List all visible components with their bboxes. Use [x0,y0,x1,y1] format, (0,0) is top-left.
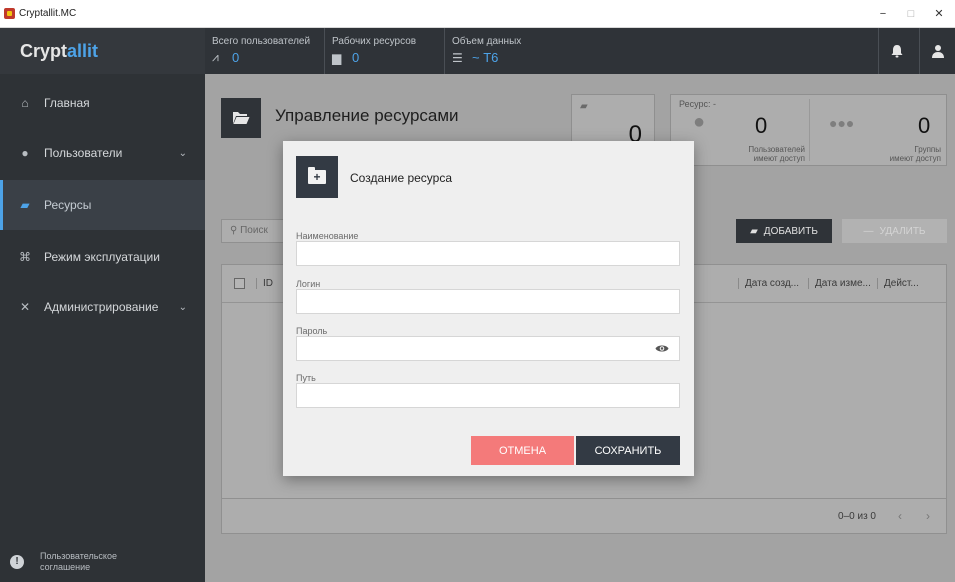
stat-value: 0 [232,50,240,65]
maximize-button[interactable]: □ [899,6,923,22]
chevron-down-icon: ⌄ [178,301,187,313]
sidebar: ⌂ Главная ● Пользователи ⌄ ▰ Ресурсы ⌘ Р… [0,74,205,582]
tools-icon: ✕ [19,300,31,314]
stat-value: 0 [352,50,360,65]
select-all-checkbox[interactable] [234,278,245,289]
folder-icon: ▰ [580,101,588,112]
user-icon: ● [21,146,29,160]
column-header-created[interactable]: Дата созд... [738,278,799,289]
login-field-label: Логин [296,279,321,289]
delete-button-label: УДАЛИТЬ [879,225,926,237]
chevron-right-icon[interactable]: › [926,509,930,523]
page-title: Управление ресурсами [275,106,459,125]
logo-text-part1: Crypt [20,40,68,61]
password-field-label: Пароль [296,326,328,336]
sidebar-item-label: Ресурсы [44,198,92,212]
groups-access-label: Группы имеют доступ [889,145,941,163]
sidebar-item-operation-mode[interactable]: ⌘ Режим эксплуатации [0,232,205,282]
column-header-modified[interactable]: Дата изме... [808,278,871,289]
add-button[interactable]: ▰ ДОБАВИТЬ [736,219,832,243]
folder-plus-icon: + [296,156,338,198]
login-field[interactable] [296,289,680,314]
window-titlebar: Cryptallit.MC − □ ✕ [0,0,955,28]
folder-icon: ▰ [20,198,30,212]
name-field[interactable] [296,241,680,266]
sidebar-item-administration[interactable]: ✕ Администрирование ⌄ [0,282,205,332]
search-placeholder: Поиск [240,225,268,236]
column-header-actions[interactable]: Дейст... [877,278,919,289]
sidebar-item-resources[interactable]: ▰ Ресурсы [0,180,205,230]
app-header: Crypt allit Всего пользователей ⩘ 0 Рабочи… [0,28,955,74]
stat-label: Объем данных [452,36,522,47]
sidebar-item-label: Администрирование [44,300,159,314]
folder-open-icon [221,98,261,138]
logo-text-part2: allit [67,40,99,61]
trend-icon: ⩘ [212,50,219,64]
stat-work-resources: Рабочих ресурсов ▆ 0 [325,28,445,74]
stat-total-users: Всего пользователей ⩘ 0 [205,28,325,74]
cancel-button[interactable]: ОТМЕНА [471,436,574,465]
footer-line-2: соглашение [40,562,91,572]
sidebar-item-home[interactable]: ⌂ Главная [0,78,205,128]
user-icon: ● [693,111,706,133]
dialog-title: Создание ресурса [350,171,453,185]
eye-icon[interactable] [655,343,669,354]
delete-button[interactable]: — УДАЛИТЬ [842,219,947,243]
minimize-button[interactable]: − [871,6,895,22]
folder-icon: ▆ [332,50,342,65]
chevron-left-icon[interactable]: ‹ [898,509,902,523]
groups-access-value: 0 [918,113,931,138]
info-icon: ! [10,555,24,569]
window-title: Cryptallit.MC [19,8,77,19]
users-access-label: Пользователей имеют доступ [748,145,805,163]
footer-line-1: Пользовательское [40,551,117,561]
folder-plus-icon: ▰ [750,225,758,237]
minus-icon: — [863,225,874,237]
search-icon: ⚲ [230,225,238,236]
sidebar-item-label: Главная [44,96,90,110]
card-divider [809,99,810,161]
column-header-id[interactable]: ID [256,278,273,289]
path-field-label: Путь [296,373,316,383]
path-field[interactable] [296,383,680,408]
group-icon: ●●● [829,115,855,131]
sidebar-item-label: Пользователи [44,146,123,160]
sidebar-item-label: Режим эксплуатации [44,250,160,264]
resource-label: Ресурс: - [679,99,717,109]
name-field-label: Наименование [296,231,359,241]
chevron-down-icon: ⌄ [178,147,187,159]
pagination-text: 0–0 из 0 [838,511,876,522]
app-icon [4,8,15,19]
stat-data-volume: Объем данных ☰ ~ Т6 [445,28,555,74]
app-logo: Crypt allit [0,28,205,74]
notifications-bell-icon[interactable] [878,28,914,74]
stat-label: Рабочих ресурсов [332,36,417,47]
password-field[interactable] [296,336,680,361]
stat-value: ~ Т6 [472,50,499,65]
mode-icon: ⌘ [19,250,31,264]
database-icon: ☰ [452,50,463,65]
access-card: Ресурс: - ● 0 Пользователей имеют доступ … [670,94,947,166]
create-resource-dialog: + Создание ресурса Наименование Логин Па… [283,141,694,476]
users-access-value: 0 [755,113,768,138]
pagination-bar: 0–0 из 0 ‹ › [221,498,947,534]
add-button-label: ДОБАВИТЬ [763,225,818,237]
stat-label: Всего пользователей [212,36,311,47]
user-profile-icon[interactable] [919,28,955,74]
close-window-button[interactable]: ✕ [927,6,951,22]
user-agreement-link[interactable]: ! Пользовательское соглашение [0,542,205,582]
home-icon: ⌂ [21,96,29,110]
sidebar-item-users[interactable]: ● Пользователи ⌄ [0,128,205,178]
save-button[interactable]: СОХРАНИТЬ [576,436,680,465]
